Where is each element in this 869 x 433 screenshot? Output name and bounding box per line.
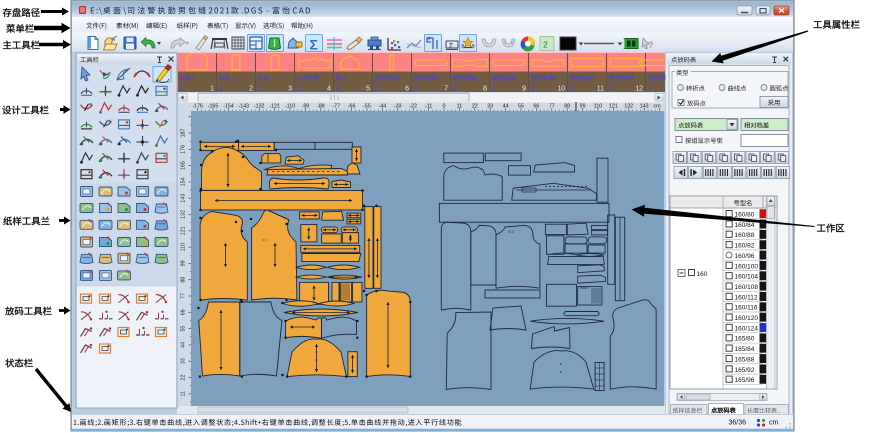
svg-text:2: 2 — [531, 86, 535, 93]
svg-text:-165: -165 — [208, 104, 219, 110]
svg-text:160/104: 160/104 — [735, 274, 759, 281]
svg-text:Σ: Σ — [449, 43, 454, 50]
svg-text:110: 110 — [594, 104, 602, 110]
svg-text:2: 2 — [570, 86, 574, 93]
svg-text:121: 121 — [181, 226, 187, 235]
svg-text:4: 4 — [648, 86, 652, 93]
svg-text:154: 154 — [181, 177, 187, 186]
svg-text:165/88: 165/88 — [735, 356, 755, 363]
svg-text:9: 9 — [522, 86, 526, 93]
svg-text:160/108: 160/108 — [735, 284, 759, 291]
svg-text:132: 132 — [624, 104, 633, 110]
svg-text:1: 1 — [375, 86, 379, 93]
svg-text:165: 165 — [181, 161, 187, 170]
svg-text:11: 11 — [597, 86, 604, 93]
svg-text:= =: = = — [262, 237, 268, 242]
svg-text:160/116: 160/116 — [735, 305, 758, 312]
svg-text:3 2: 3 2 — [508, 229, 514, 234]
svg-text:99: 99 — [181, 260, 187, 266]
svg-text:132: 132 — [181, 210, 187, 219]
svg-text:165/96: 165/96 — [735, 377, 755, 384]
svg-text:-11: -11 — [425, 104, 432, 110]
svg-text:2: 2 — [543, 40, 548, 50]
svg-text:-132: -132 — [254, 104, 265, 110]
svg-text:36/36: 36/36 — [728, 420, 746, 427]
svg-text:143: 143 — [181, 194, 187, 203]
svg-text:165/92: 165/92 — [735, 367, 755, 374]
svg-text:22: 22 — [472, 104, 478, 110]
svg-text:160/96: 160/96 — [735, 253, 755, 260]
svg-text:160/100: 160/100 — [735, 263, 759, 270]
svg-text:11: 11 — [181, 391, 187, 397]
svg-text:6: 6 — [405, 86, 409, 93]
svg-text:1: 1 — [219, 86, 223, 93]
svg-text:160: 160 — [697, 271, 708, 278]
svg-text:160/80: 160/80 — [735, 212, 755, 219]
svg-text:160/120: 160/120 — [735, 315, 759, 322]
svg-text:66: 66 — [181, 309, 187, 315]
svg-text:160/84: 160/84 — [735, 222, 755, 229]
svg-text:99: 99 — [580, 104, 586, 110]
svg-text:44: 44 — [503, 104, 509, 110]
svg-text:165/80: 165/80 — [735, 336, 755, 343]
svg-text:-55: -55 — [363, 104, 371, 110]
svg-text:-143: -143 — [238, 104, 249, 110]
svg-text:4: 4 — [327, 86, 331, 93]
svg-text:-176: -176 — [192, 104, 203, 110]
svg-text:160/92: 160/92 — [735, 243, 755, 250]
svg-text:121: 121 — [609, 104, 618, 110]
svg-text:0: 0 — [443, 104, 446, 110]
svg-text:5: 5 — [366, 86, 370, 93]
svg-text:-121: -121 — [269, 104, 280, 110]
svg-text:165/84: 165/84 — [735, 346, 755, 353]
svg-text:1: 1 — [258, 86, 262, 93]
svg-text:2: 2 — [249, 86, 253, 93]
svg-text:2: 2 — [453, 86, 457, 93]
svg-text:160/112: 160/112 — [735, 294, 758, 301]
svg-text:12: 12 — [635, 86, 643, 93]
svg-text:8: 8 — [483, 86, 487, 93]
svg-text:160/88: 160/88 — [735, 232, 755, 239]
svg-text:-88: -88 — [317, 104, 325, 110]
svg-text:3: 3 — [288, 86, 292, 93]
svg-text:Σ: Σ — [310, 37, 318, 53]
svg-text:88: 88 — [564, 104, 570, 110]
svg-text:4: 4 — [609, 86, 613, 93]
svg-text:cm: cm — [653, 104, 661, 110]
svg-text:2: 2 — [297, 86, 301, 93]
svg-text:77: 77 — [549, 104, 555, 110]
svg-text:88: 88 — [181, 277, 187, 283]
svg-text:33: 33 — [181, 358, 187, 364]
svg-text:?: ? — [648, 40, 654, 50]
svg-text:-33: -33 — [394, 104, 402, 110]
svg-text:7: 7 — [444, 86, 448, 93]
svg-text:1: 1 — [180, 86, 184, 93]
svg-text:-99: -99 — [302, 104, 310, 110]
svg-text:-110: -110 — [285, 104, 295, 110]
svg-text:1: 1 — [210, 86, 214, 93]
svg-text:187: 187 — [181, 129, 187, 138]
svg-text:55: 55 — [518, 104, 524, 110]
svg-text:44: 44 — [181, 342, 187, 348]
svg-text:cm: cm — [769, 420, 779, 427]
svg-text:77: 77 — [181, 293, 187, 299]
svg-text:10: 10 — [557, 86, 565, 93]
svg-text:-22: -22 — [409, 104, 417, 110]
svg-text:110: 110 — [181, 243, 187, 251]
svg-text:-44: -44 — [379, 104, 387, 110]
svg-text:-154: -154 — [223, 104, 234, 110]
svg-text:55: 55 — [181, 326, 187, 332]
svg-text:22: 22 — [181, 375, 187, 381]
svg-text:2: 2 — [414, 86, 418, 93]
svg-text:11: 11 — [457, 104, 463, 110]
svg-text:-77: -77 — [332, 104, 340, 110]
svg-text:1: 1 — [492, 86, 496, 93]
svg-text:176: 176 — [181, 145, 187, 154]
svg-text:160/124: 160/124 — [735, 325, 759, 332]
svg-text:33: 33 — [487, 104, 493, 110]
svg-text:143: 143 — [640, 104, 649, 110]
svg-text:66: 66 — [533, 104, 539, 110]
svg-text:2: 2 — [336, 86, 340, 93]
svg-text:-66: -66 — [348, 104, 356, 110]
